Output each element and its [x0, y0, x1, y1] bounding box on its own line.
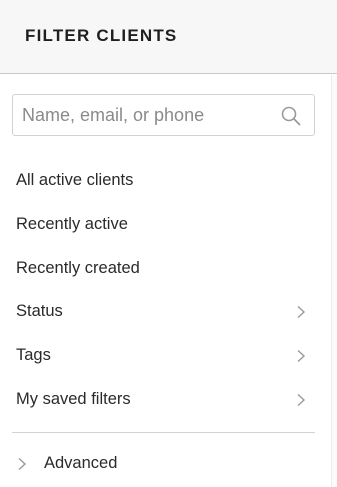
divider	[12, 432, 315, 433]
filter-recently-active[interactable]: Recently active	[0, 205, 320, 245]
search-icon[interactable]	[280, 105, 302, 127]
filter-all-active-clients[interactable]: All active clients	[0, 161, 320, 201]
filter-clients-panel: FILTER CLIENTS All active clients Recent…	[0, 0, 337, 487]
scrollbar-track[interactable]	[331, 75, 337, 487]
chevron-right-icon	[297, 305, 306, 319]
chevron-right-icon	[297, 393, 306, 407]
search-box[interactable]	[12, 94, 315, 136]
filter-label: Tags	[16, 346, 51, 364]
filter-recently-created[interactable]: Recently created	[0, 249, 320, 289]
chevron-right-icon	[297, 349, 306, 363]
advanced-toggle[interactable]: Advanced	[0, 444, 320, 484]
filter-label: Status	[16, 302, 63, 320]
advanced-label: Advanced	[44, 454, 118, 472]
filter-label: All active clients	[16, 171, 134, 189]
filter-label: My saved filters	[16, 390, 131, 408]
search-input[interactable]	[13, 95, 273, 135]
filter-my-saved-filters[interactable]: My saved filters	[0, 380, 320, 420]
filter-label: Recently created	[16, 259, 140, 277]
chevron-right-icon	[18, 457, 27, 471]
panel-header: FILTER CLIENTS	[0, 0, 337, 74]
filter-label: Recently active	[16, 215, 128, 233]
filter-tags[interactable]: Tags	[0, 336, 320, 376]
panel-title: FILTER CLIENTS	[25, 26, 178, 45]
filter-status[interactable]: Status	[0, 292, 320, 332]
